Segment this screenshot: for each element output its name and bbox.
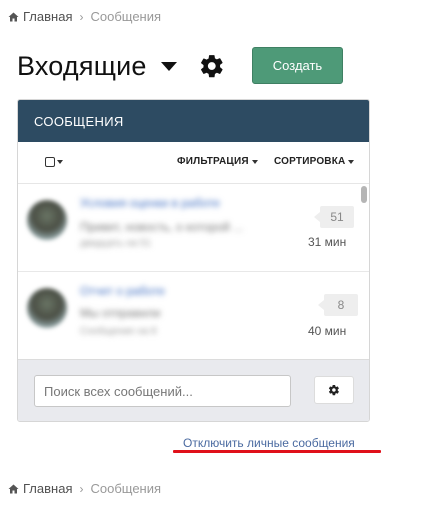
annotation-underline: [173, 450, 381, 453]
checkbox-icon[interactable]: [45, 157, 55, 167]
sort-label: СОРТИРОВКА: [274, 156, 346, 167]
home-icon: [8, 12, 19, 21]
filter-dropdown[interactable]: ФИЛЬТРАЦИЯ: [177, 156, 258, 167]
message-meta: Сообщение на 8: [80, 326, 157, 337]
message-preview: Привет, новость, о которой ...: [80, 220, 244, 234]
page-header: Входящие: [17, 46, 225, 86]
breadcrumb-home-link[interactable]: Главная: [23, 9, 72, 24]
filter-label: ФИЛЬТРАЦИЯ: [177, 156, 249, 167]
panel-title: СООБЩЕНИЯ: [18, 100, 369, 142]
avatar[interactable]: [27, 200, 67, 240]
settings-button[interactable]: [314, 376, 354, 404]
breadcrumb-current: Сообщения: [90, 9, 162, 24]
home-icon: [8, 484, 19, 493]
message-time: 40 мин: [308, 324, 347, 338]
reply-count-badge: 8: [318, 294, 358, 316]
chevron-right-icon: ›: [79, 481, 84, 496]
caret-down-icon[interactable]: [160, 61, 177, 71]
message-time: 31 мин: [308, 235, 347, 249]
gear-icon[interactable]: [199, 53, 225, 79]
breadcrumb: Главная › Сообщения: [8, 9, 161, 24]
messages-toolbar: ФИЛЬТРАЦИЯ СОРТИРОВКА: [18, 142, 369, 184]
messages-panel: СООБЩЕНИЯ ФИЛЬТРАЦИЯ СОРТИРОВКА Условия …: [17, 99, 370, 422]
caret-down-icon: [348, 159, 355, 164]
breadcrumb-bottom: Главная › Сообщения: [8, 481, 161, 496]
caret-down-icon: [57, 160, 63, 164]
reply-count-badge: 51: [314, 206, 354, 228]
page-title: Входящие: [17, 50, 147, 81]
search-input[interactable]: [34, 375, 291, 407]
scrollbar-thumb[interactable]: [361, 186, 367, 203]
disable-private-messages-link[interactable]: Отключить личные сообщения: [183, 436, 355, 450]
chevron-right-icon: ›: [79, 9, 84, 24]
message-subject[interactable]: Отчет о работе: [80, 284, 165, 298]
panel-footer: [18, 359, 369, 421]
list-item[interactable]: Отчет о работе Мы отправили Сообщение на…: [18, 272, 369, 359]
message-list: Условия оценки в работе Привет, новость,…: [18, 184, 369, 359]
sort-dropdown[interactable]: СОРТИРОВКА: [274, 156, 355, 167]
message-preview: Мы отправили: [80, 306, 161, 320]
message-meta: двадцать на 51: [80, 238, 152, 249]
scrollbar[interactable]: [359, 184, 369, 359]
avatar[interactable]: [27, 288, 67, 328]
caret-down-icon: [251, 159, 258, 164]
breadcrumb-home-link[interactable]: Главная: [23, 481, 72, 496]
gear-icon: [328, 385, 339, 396]
create-button[interactable]: Создать: [252, 47, 343, 84]
message-subject[interactable]: Условия оценки в работе: [80, 196, 220, 210]
breadcrumb-current: Сообщения: [90, 481, 162, 496]
list-item[interactable]: Условия оценки в работе Привет, новость,…: [18, 184, 369, 272]
select-all-dropdown[interactable]: [45, 157, 63, 167]
